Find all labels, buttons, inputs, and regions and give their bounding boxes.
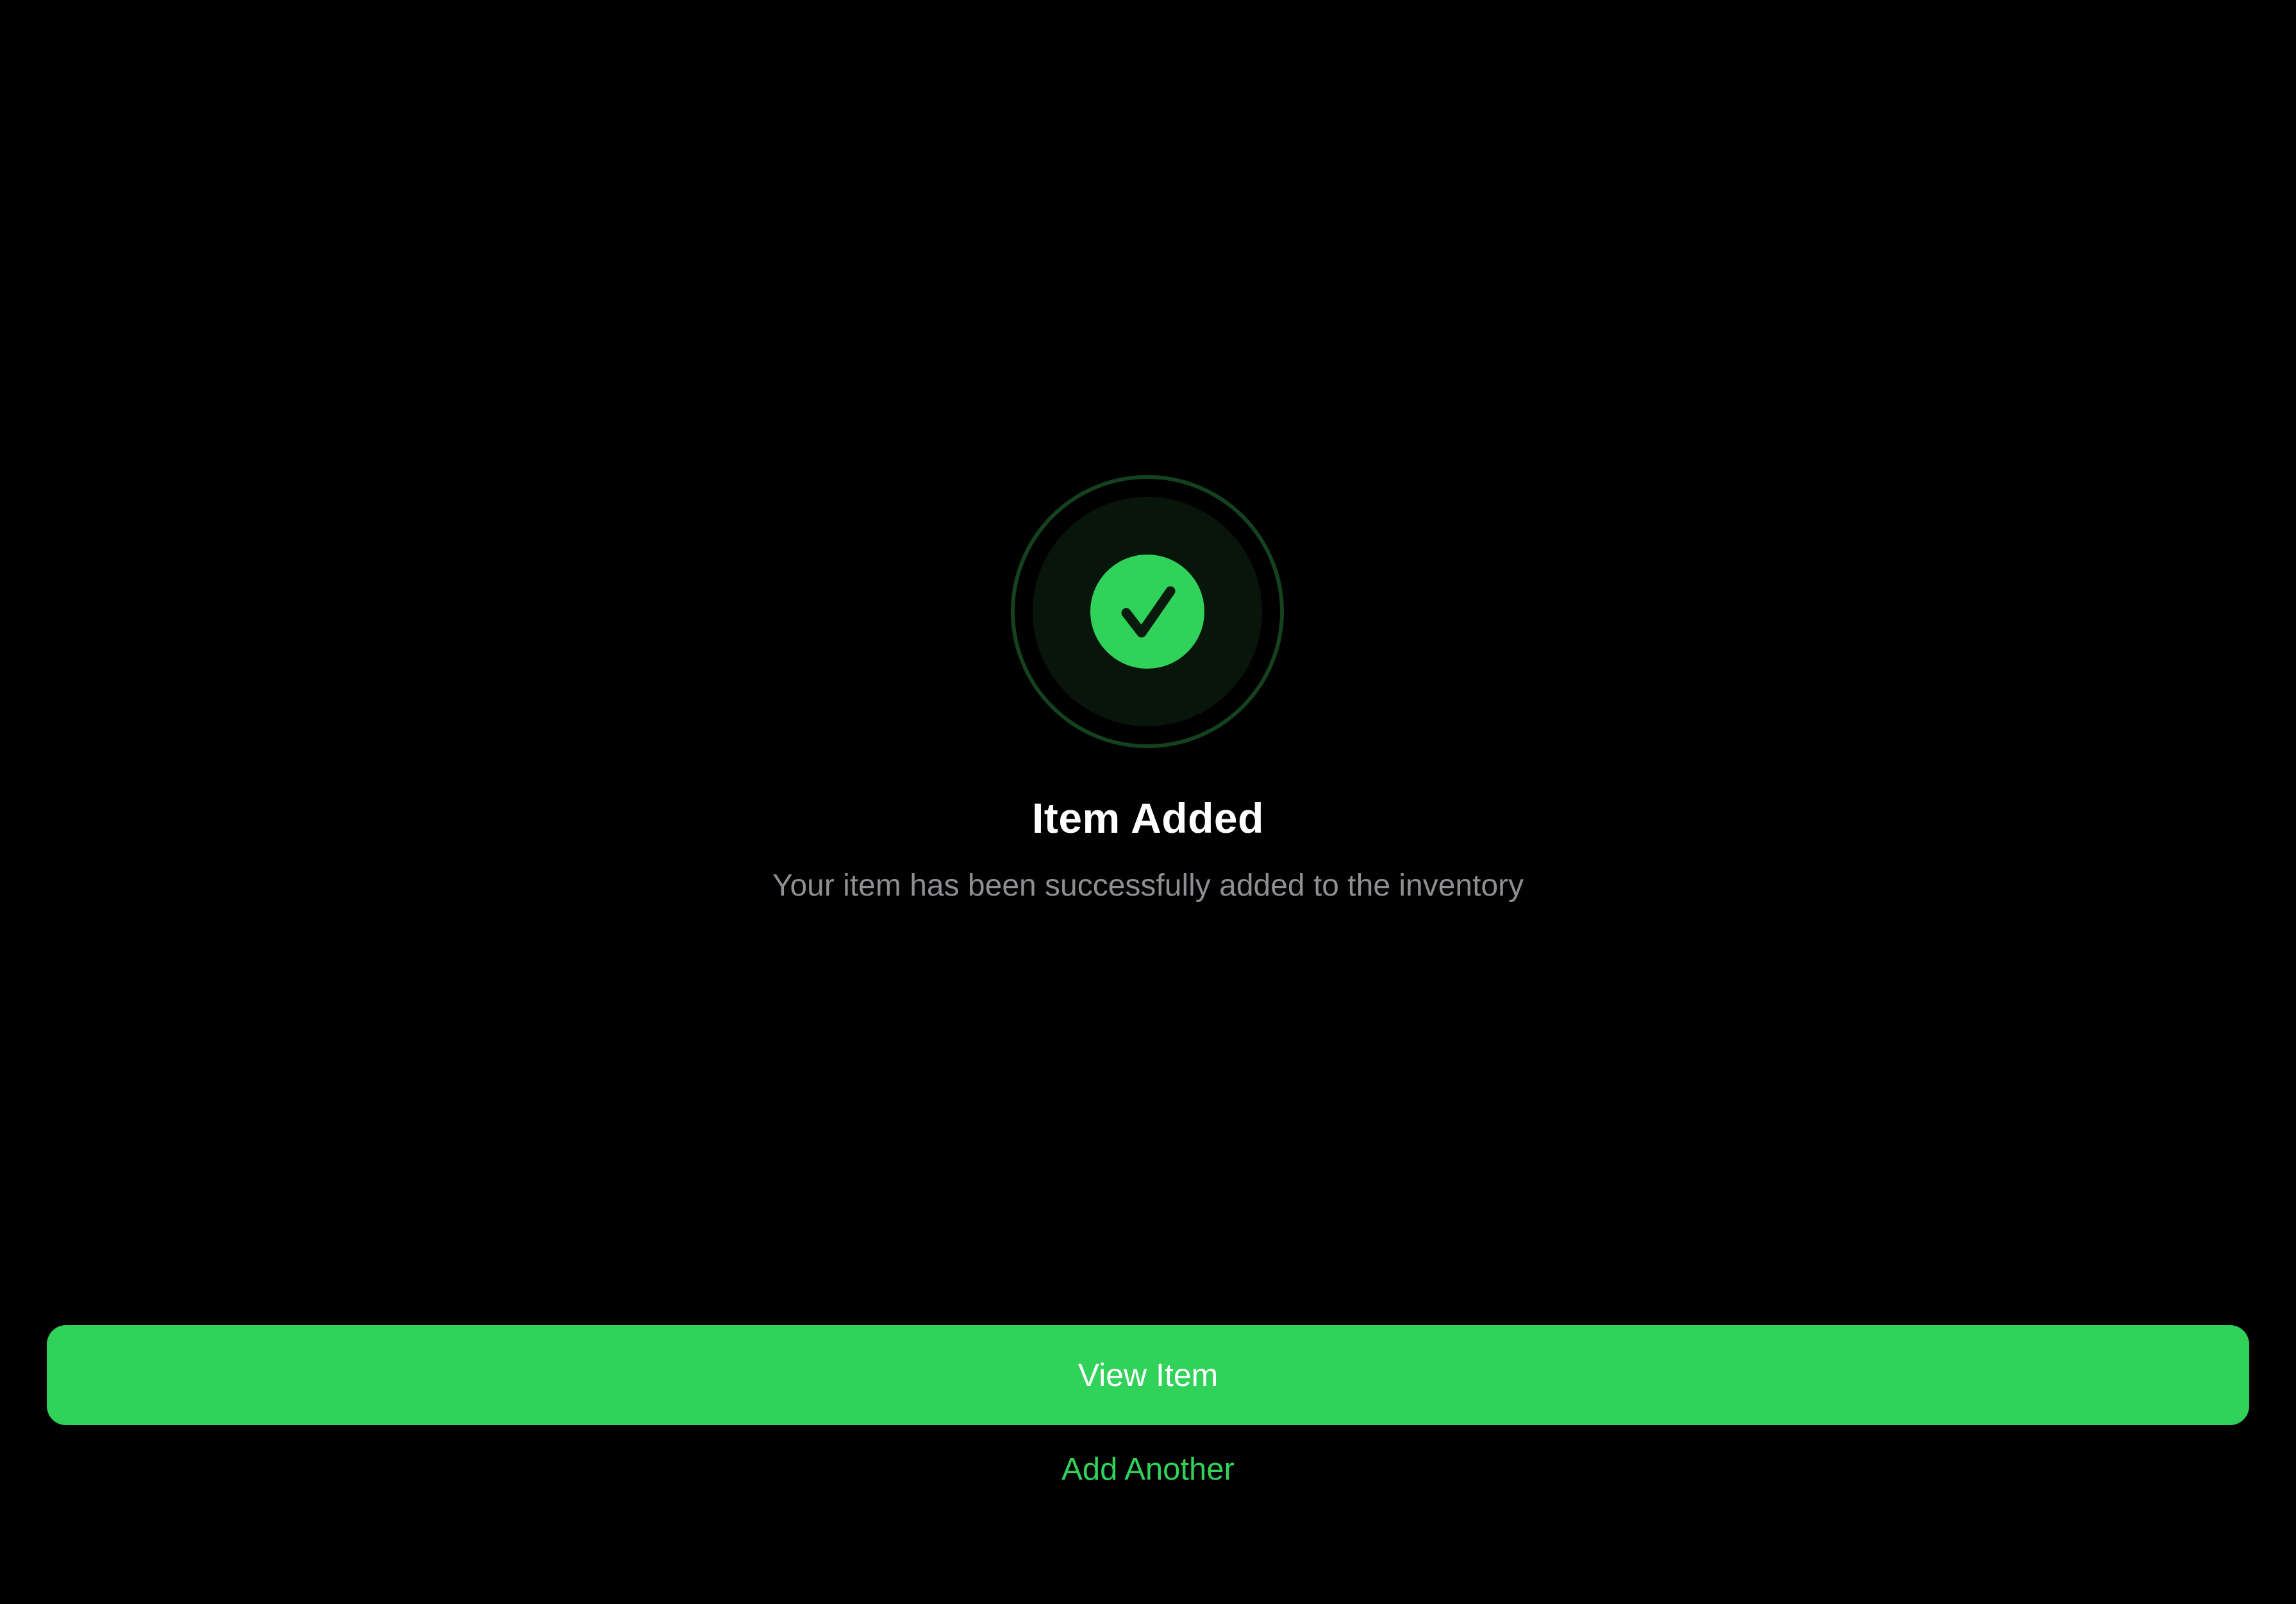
checkmark-icon bbox=[1121, 586, 1176, 638]
view-item-button[interactable]: View Item bbox=[47, 1325, 2249, 1425]
success-title: Item Added bbox=[1032, 794, 1264, 842]
success-screen: Item Added Your item has been successful… bbox=[0, 0, 2296, 1604]
add-another-button[interactable]: Add Another bbox=[956, 1444, 1340, 1495]
success-message: Your item has been successfully added to… bbox=[772, 869, 1524, 903]
success-badge bbox=[1090, 555, 1204, 669]
